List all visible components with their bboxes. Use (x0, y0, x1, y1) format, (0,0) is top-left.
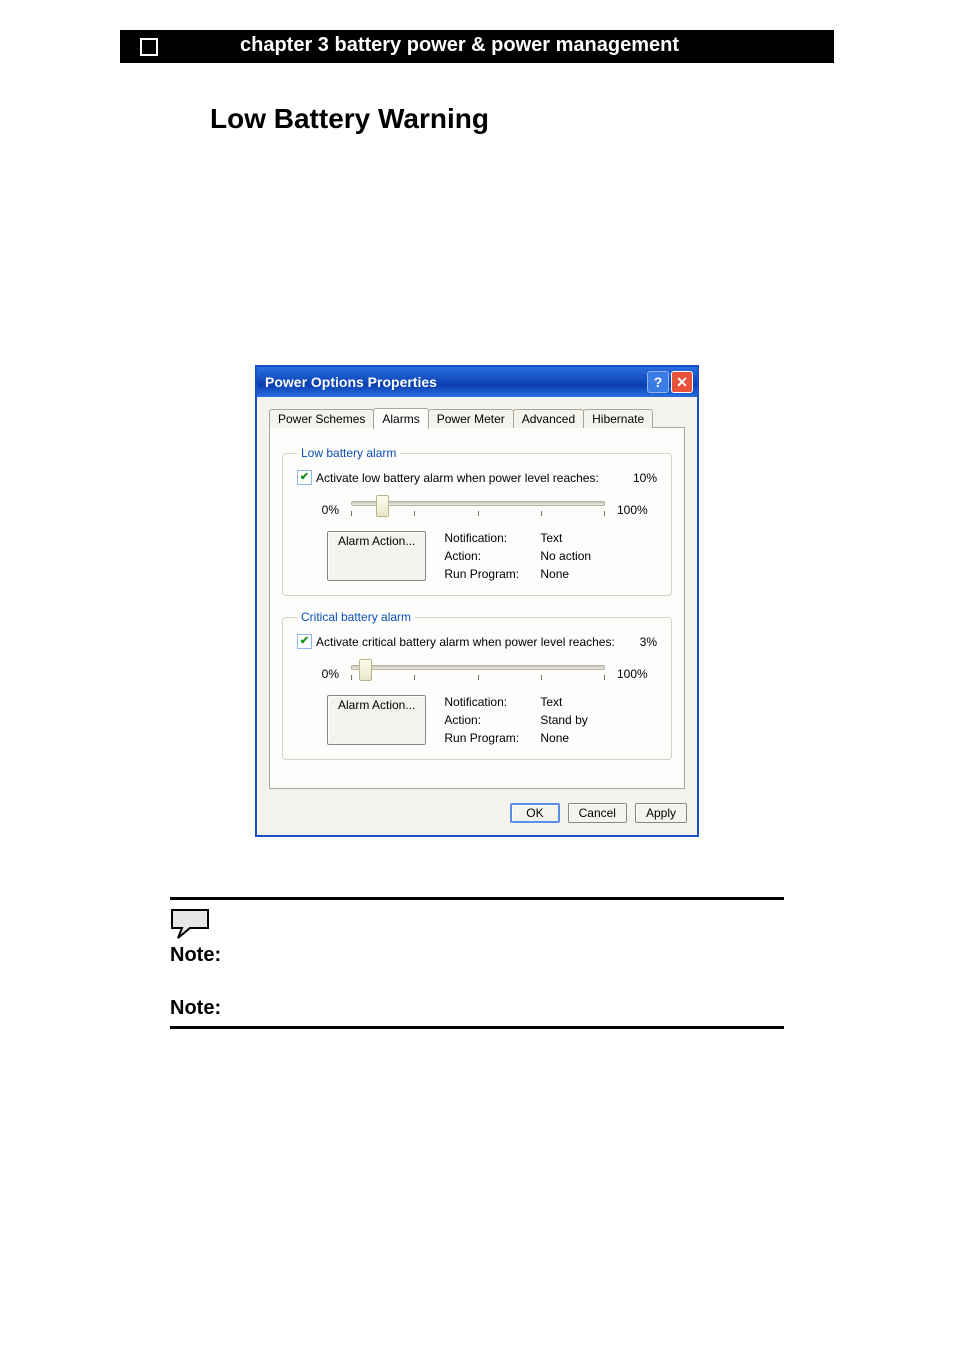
low-slider-row: 0% 100% (315, 497, 657, 523)
page-header-bar: chapter 3 battery power & power manageme… (120, 30, 834, 63)
critical-action-label: Action: (444, 713, 534, 727)
critical-battery-group: Critical battery alarm ✔ Activate critic… (282, 610, 672, 760)
critical-action-value: Stand by (540, 713, 630, 727)
low-battery-group: Low battery alarm ✔ Activate low battery… (282, 446, 672, 596)
low-action-row: Alarm Action... Notification: Text Actio… (327, 531, 657, 581)
low-action-value: No action (540, 549, 630, 563)
tab-power-schemes[interactable]: Power Schemes (269, 409, 374, 428)
page-header-text: chapter 3 battery power & power manageme… (240, 34, 679, 56)
critical-notification-value: Text (540, 695, 630, 709)
tab-power-meter[interactable]: Power Meter (428, 409, 514, 428)
critical-slider[interactable] (351, 661, 605, 687)
critical-slider-min: 0% (315, 667, 339, 681)
critical-kv-grid: Notification: Text Action: Stand by Run … (444, 695, 630, 745)
low-activate-checkbox[interactable]: ✔ (297, 470, 312, 485)
low-slider-min: 0% (315, 503, 339, 517)
cancel-button[interactable]: Cancel (568, 803, 627, 823)
low-activate-row: ✔ Activate low battery alarm when power … (297, 470, 657, 485)
note-callout-icon (170, 908, 784, 942)
critical-run-label: Run Program: (444, 731, 534, 745)
close-icon: ✕ (676, 375, 688, 389)
tab-advanced[interactable]: Advanced (513, 409, 584, 428)
low-slider[interactable] (351, 497, 605, 523)
critical-alarm-action-button[interactable]: Alarm Action... (327, 695, 426, 745)
low-battery-legend: Low battery alarm (297, 446, 400, 460)
help-icon: ? (654, 375, 663, 389)
close-button[interactable]: ✕ (671, 371, 693, 393)
critical-notification-label: Notification: (444, 695, 534, 709)
critical-slider-row: 0% 100% (315, 661, 657, 687)
note-block-2: Note: (170, 997, 784, 1029)
critical-action-row: Alarm Action... Notification: Text Actio… (327, 695, 657, 745)
critical-slider-max: 100% (617, 667, 657, 681)
dialog-body: Power Schemes Alarms Power Meter Advance… (257, 397, 697, 793)
low-action-label: Action: (444, 549, 534, 563)
low-notification-label: Notification: (444, 531, 534, 545)
power-options-dialog: Power Options Properties ? ✕ Power Schem… (255, 365, 699, 837)
low-run-label: Run Program: (444, 567, 534, 581)
slider-ticks (351, 511, 605, 521)
note-label-2: Note: (170, 997, 784, 1020)
low-slider-max: 100% (617, 503, 657, 517)
note-block-1: Note: (170, 897, 784, 967)
critical-battery-legend: Critical battery alarm (297, 610, 415, 624)
dialog-title: Power Options Properties (265, 374, 437, 390)
dialog-footer: OK Cancel Apply (257, 793, 697, 835)
critical-activate-row: ✔ Activate critical battery alarm when p… (297, 634, 657, 649)
low-kv-grid: Notification: Text Action: No action Run… (444, 531, 630, 581)
critical-activate-checkbox[interactable]: ✔ (297, 634, 312, 649)
alarms-panel: Low battery alarm ✔ Activate low battery… (269, 427, 685, 789)
ok-button[interactable]: OK (510, 803, 559, 823)
apply-button[interactable]: Apply (635, 803, 687, 823)
note-label-1: Note: (170, 944, 784, 967)
slider-rail (351, 665, 605, 670)
slider-ticks (351, 675, 605, 685)
low-percent-value: 10% (633, 471, 657, 485)
section-title: Low Battery Warning (210, 103, 834, 135)
dialog-titlebar[interactable]: Power Options Properties ? ✕ (257, 367, 697, 397)
help-button[interactable]: ? (647, 371, 669, 393)
tab-strip: Power Schemes Alarms Power Meter Advance… (269, 407, 685, 428)
low-activate-label: Activate low battery alarm when power le… (316, 471, 599, 485)
critical-percent-value: 3% (640, 635, 657, 649)
slider-rail (351, 501, 605, 506)
low-notification-value: Text (540, 531, 630, 545)
titlebar-buttons: ? ✕ (647, 371, 693, 393)
critical-activate-label: Activate critical battery alarm when pow… (316, 635, 615, 649)
low-alarm-action-button[interactable]: Alarm Action... (327, 531, 426, 581)
tab-hibernate[interactable]: Hibernate (583, 409, 653, 428)
low-run-value: None (540, 567, 630, 581)
tab-alarms[interactable]: Alarms (373, 408, 428, 429)
critical-run-value: None (540, 731, 630, 745)
